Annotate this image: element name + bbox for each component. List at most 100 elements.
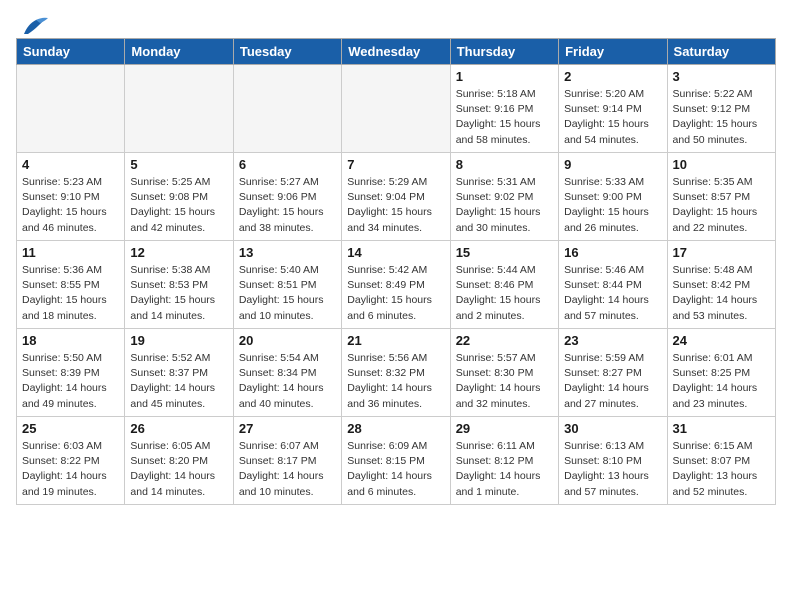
day-cell: 7 Sunrise: 5:29 AMSunset: 9:04 PMDaylight… <box>342 153 450 241</box>
day-info: Sunrise: 6:13 AMSunset: 8:10 PMDaylight:… <box>564 439 661 500</box>
calendar-header-friday: Friday <box>559 39 667 65</box>
day-info: Sunrise: 5:22 AMSunset: 9:12 PMDaylight:… <box>673 87 770 148</box>
day-number: 31 <box>673 421 770 436</box>
day-info: Sunrise: 5:35 AMSunset: 8:57 PMDaylight:… <box>673 175 770 236</box>
day-cell: 25 Sunrise: 6:03 AMSunset: 8:22 PMDayligh… <box>17 417 125 505</box>
day-number: 10 <box>673 157 770 172</box>
day-info: Sunrise: 5:44 AMSunset: 8:46 PMDaylight:… <box>456 263 553 324</box>
day-info: Sunrise: 5:33 AMSunset: 9:00 PMDaylight:… <box>564 175 661 236</box>
day-cell: 11 Sunrise: 5:36 AMSunset: 8:55 PMDayligh… <box>17 241 125 329</box>
day-cell: 20 Sunrise: 5:54 AMSunset: 8:34 PMDayligh… <box>233 329 341 417</box>
day-number: 4 <box>22 157 119 172</box>
day-info: Sunrise: 5:25 AMSunset: 9:08 PMDaylight:… <box>130 175 227 236</box>
day-info: Sunrise: 5:56 AMSunset: 8:32 PMDaylight:… <box>347 351 444 412</box>
day-info: Sunrise: 6:09 AMSunset: 8:15 PMDaylight:… <box>347 439 444 500</box>
day-info: Sunrise: 5:48 AMSunset: 8:42 PMDaylight:… <box>673 263 770 324</box>
day-cell: 29 Sunrise: 6:11 AMSunset: 8:12 PMDayligh… <box>450 417 558 505</box>
day-number: 9 <box>564 157 661 172</box>
day-info: Sunrise: 6:15 AMSunset: 8:07 PMDaylight:… <box>673 439 770 500</box>
week-row-2: 4 Sunrise: 5:23 AMSunset: 9:10 PMDaylight… <box>17 153 776 241</box>
day-info: Sunrise: 5:50 AMSunset: 8:39 PMDaylight:… <box>22 351 119 412</box>
day-cell: 6Sunrise: 5:27 AMSunset: 9:06 PMDaylight… <box>233 153 341 241</box>
calendar-header-tuesday: Tuesday <box>233 39 341 65</box>
day-info: Sunrise: 5:29 AMSunset: 9:04 PMDaylight:… <box>347 175 444 236</box>
day-number: 27 <box>239 421 336 436</box>
day-number: 24 <box>673 333 770 348</box>
day-cell: 24 Sunrise: 6:01 AMSunset: 8:25 PMDayligh… <box>667 329 775 417</box>
calendar-header-saturday: Saturday <box>667 39 775 65</box>
day-cell: 21Sunrise: 5:56 AMSunset: 8:32 PMDayligh… <box>342 329 450 417</box>
day-number: 11 <box>22 245 119 260</box>
week-row-4: 18 Sunrise: 5:50 AMSunset: 8:39 PMDayligh… <box>17 329 776 417</box>
calendar-table: SundayMondayTuesdayWednesdayThursdayFrid… <box>16 38 776 505</box>
day-number: 16 <box>564 245 661 260</box>
day-info: Sunrise: 5:52 AMSunset: 8:37 PMDaylight:… <box>130 351 227 412</box>
day-cell: 22Sunrise: 5:57 AMSunset: 8:30 PMDayligh… <box>450 329 558 417</box>
day-cell <box>17 65 125 153</box>
day-cell: 28 Sunrise: 6:09 AMSunset: 8:15 PMDayligh… <box>342 417 450 505</box>
day-info: Sunrise: 5:36 AMSunset: 8:55 PMDaylight:… <box>22 263 119 324</box>
day-info: Sunrise: 6:03 AMSunset: 8:22 PMDaylight:… <box>22 439 119 500</box>
day-cell: 2 Sunrise: 5:20 AMSunset: 9:14 PMDaylight… <box>559 65 667 153</box>
day-number: 18 <box>22 333 119 348</box>
day-cell: 14Sunrise: 5:42 AMSunset: 8:49 PMDayligh… <box>342 241 450 329</box>
day-number: 7 <box>347 157 444 172</box>
day-number: 14 <box>347 245 444 260</box>
day-info: Sunrise: 5:20 AMSunset: 9:14 PMDaylight:… <box>564 87 661 148</box>
calendar-header-row: SundayMondayTuesdayWednesdayThursdayFrid… <box>17 39 776 65</box>
day-cell: 8Sunrise: 5:31 AMSunset: 9:02 PMDaylight… <box>450 153 558 241</box>
day-number: 19 <box>130 333 227 348</box>
day-number: 17 <box>673 245 770 260</box>
day-info: Sunrise: 5:46 AMSunset: 8:44 PMDaylight:… <box>564 263 661 324</box>
day-cell: 19 Sunrise: 5:52 AMSunset: 8:37 PMDayligh… <box>125 329 233 417</box>
day-cell: 31 Sunrise: 6:15 AMSunset: 8:07 PMDayligh… <box>667 417 775 505</box>
day-number: 3 <box>673 69 770 84</box>
day-number: 15 <box>456 245 553 260</box>
day-cell: 3 Sunrise: 5:22 AMSunset: 9:12 PMDaylight… <box>667 65 775 153</box>
day-number: 1 <box>456 69 553 84</box>
day-info: Sunrise: 6:01 AMSunset: 8:25 PMDaylight:… <box>673 351 770 412</box>
day-info: Sunrise: 5:18 AMSunset: 9:16 PMDaylight:… <box>456 87 553 148</box>
day-info: Sunrise: 5:38 AMSunset: 8:53 PMDaylight:… <box>130 263 227 324</box>
page-header <box>16 16 776 30</box>
logo <box>16 16 50 30</box>
day-number: 23 <box>564 333 661 348</box>
day-number: 12 <box>130 245 227 260</box>
day-number: 2 <box>564 69 661 84</box>
day-info: Sunrise: 5:23 AMSunset: 9:10 PMDaylight:… <box>22 175 119 236</box>
day-cell: 27 Sunrise: 6:07 AMSunset: 8:17 PMDayligh… <box>233 417 341 505</box>
day-number: 5 <box>130 157 227 172</box>
day-number: 26 <box>130 421 227 436</box>
day-info: Sunrise: 5:59 AMSunset: 8:27 PMDaylight:… <box>564 351 661 412</box>
day-cell: 30 Sunrise: 6:13 AMSunset: 8:10 PMDayligh… <box>559 417 667 505</box>
calendar-header-wednesday: Wednesday <box>342 39 450 65</box>
day-info: Sunrise: 5:40 AMSunset: 8:51 PMDaylight:… <box>239 263 336 324</box>
day-cell: 17 Sunrise: 5:48 AMSunset: 8:42 PMDayligh… <box>667 241 775 329</box>
day-cell: 5 Sunrise: 5:25 AMSunset: 9:08 PMDaylight… <box>125 153 233 241</box>
day-cell: 1 Sunrise: 5:18 AMSunset: 9:16 PMDaylight… <box>450 65 558 153</box>
day-cell <box>125 65 233 153</box>
day-cell: 10 Sunrise: 5:35 AMSunset: 8:57 PMDayligh… <box>667 153 775 241</box>
day-number: 22 <box>456 333 553 348</box>
day-cell: 9 Sunrise: 5:33 AMSunset: 9:00 PMDaylight… <box>559 153 667 241</box>
day-number: 20 <box>239 333 336 348</box>
calendar-header-monday: Monday <box>125 39 233 65</box>
day-number: 30 <box>564 421 661 436</box>
day-cell: 23 Sunrise: 5:59 AMSunset: 8:27 PMDayligh… <box>559 329 667 417</box>
day-info: Sunrise: 6:07 AMSunset: 8:17 PMDaylight:… <box>239 439 336 500</box>
day-number: 25 <box>22 421 119 436</box>
day-cell: 12 Sunrise: 5:38 AMSunset: 8:53 PMDayligh… <box>125 241 233 329</box>
day-cell: 15 Sunrise: 5:44 AMSunset: 8:46 PMDayligh… <box>450 241 558 329</box>
day-cell <box>233 65 341 153</box>
day-cell: 16 Sunrise: 5:46 AMSunset: 8:44 PMDayligh… <box>559 241 667 329</box>
day-number: 8 <box>456 157 553 172</box>
day-info: Sunrise: 5:54 AMSunset: 8:34 PMDaylight:… <box>239 351 336 412</box>
day-info: Sunrise: 6:11 AMSunset: 8:12 PMDaylight:… <box>456 439 553 500</box>
day-number: 29 <box>456 421 553 436</box>
day-number: 13 <box>239 245 336 260</box>
day-number: 28 <box>347 421 444 436</box>
day-cell: 26 Sunrise: 6:05 AMSunset: 8:20 PMDayligh… <box>125 417 233 505</box>
calendar-header-thursday: Thursday <box>450 39 558 65</box>
day-info: Sunrise: 6:05 AMSunset: 8:20 PMDaylight:… <box>130 439 227 500</box>
logo-bird-icon <box>18 16 50 38</box>
